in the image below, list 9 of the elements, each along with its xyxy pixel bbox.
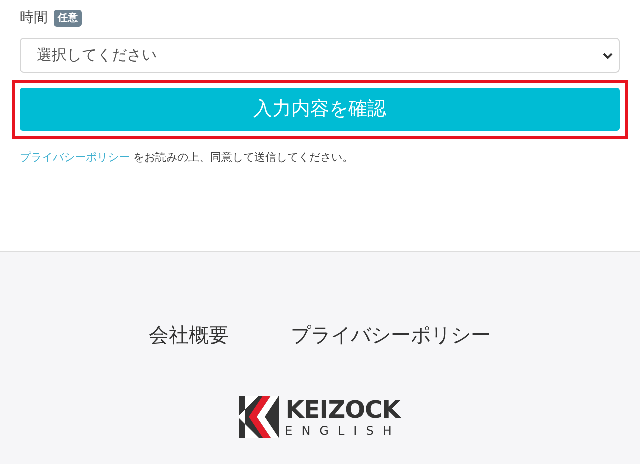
footer-link[interactable]: 会社概要 (149, 320, 229, 350)
optional-badge: 任意 (54, 10, 82, 26)
privacy-notice: プライバシーポリシー をお読みの上、同意して送信してください。 (20, 150, 354, 166)
keizock-logo[interactable]: KEIZOCK ENGLISH (239, 396, 401, 438)
chevron-logo-icon (239, 396, 280, 438)
footer-link[interactable]: プライバシーポリシー (291, 320, 491, 350)
chevron-down-icon (603, 52, 613, 60)
time-select[interactable]: 選択してください (20, 38, 620, 73)
field-label: 時間 (20, 8, 48, 28)
